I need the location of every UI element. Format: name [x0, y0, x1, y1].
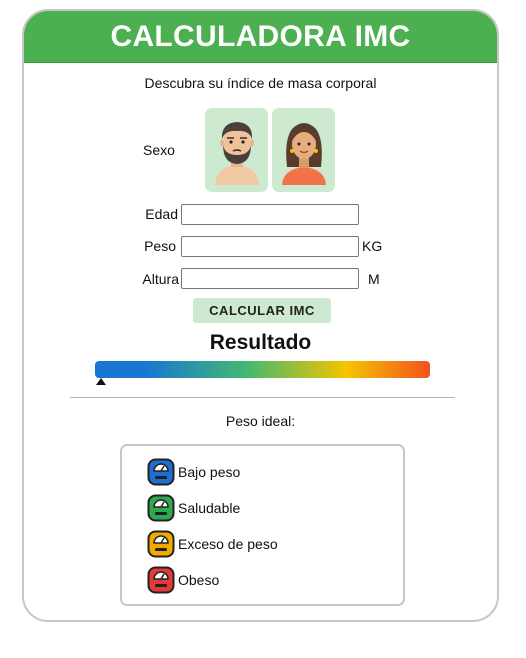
- weight-label: Peso: [144, 238, 176, 254]
- result-title: Resultado: [209, 331, 312, 354]
- legend-box: Bajo peso Saludable Exceso de peso Obeso: [120, 444, 405, 606]
- female-avatar-button[interactable]: [272, 108, 335, 192]
- scale-icon: [147, 494, 175, 522]
- bmi-marker: [96, 378, 106, 385]
- calculator-card: CALCULADORA IMC Descubra su índice de ma…: [22, 9, 499, 622]
- weight-unit: KG: [362, 238, 383, 254]
- legend-item-saludable: Saludable: [147, 494, 240, 522]
- ideal-weight-label: Peso ideal:: [225, 413, 296, 429]
- scale-icon: [147, 566, 175, 594]
- calculate-button[interactable]: CALCULAR IMC: [193, 298, 331, 323]
- legend-item-exceso-de-peso: Exceso de peso: [147, 530, 278, 558]
- legend-item-obeso: Obeso: [147, 566, 219, 594]
- age-label: Edad: [145, 206, 178, 222]
- legend-label: Saludable: [178, 500, 241, 516]
- height-label: Altura: [142, 271, 179, 287]
- divider: [70, 397, 455, 398]
- height-input[interactable]: [181, 268, 359, 289]
- header-bar: CALCULADORA IMC: [24, 11, 497, 63]
- legend-label: Bajo peso: [178, 464, 241, 480]
- height-unit: M: [368, 271, 380, 287]
- legend-label: Exceso de peso: [178, 536, 278, 552]
- weight-input[interactable]: [181, 236, 359, 257]
- scale-icon: [147, 458, 175, 486]
- scale-icon: [147, 530, 175, 558]
- legend-item-bajo-peso: Bajo peso: [147, 458, 240, 486]
- legend-label: Obeso: [178, 572, 220, 588]
- female-avatar-icon: [281, 123, 326, 185]
- bmi-scale-bar: [95, 361, 430, 378]
- male-avatar-button[interactable]: [205, 108, 268, 192]
- age-input[interactable]: [181, 204, 359, 225]
- sex-label: Sexo: [143, 142, 175, 158]
- app-title: CALCULADORA IMC: [110, 19, 411, 53]
- male-avatar-icon: [214, 122, 259, 185]
- subtitle: Descubra su índice de masa corporal: [144, 75, 377, 91]
